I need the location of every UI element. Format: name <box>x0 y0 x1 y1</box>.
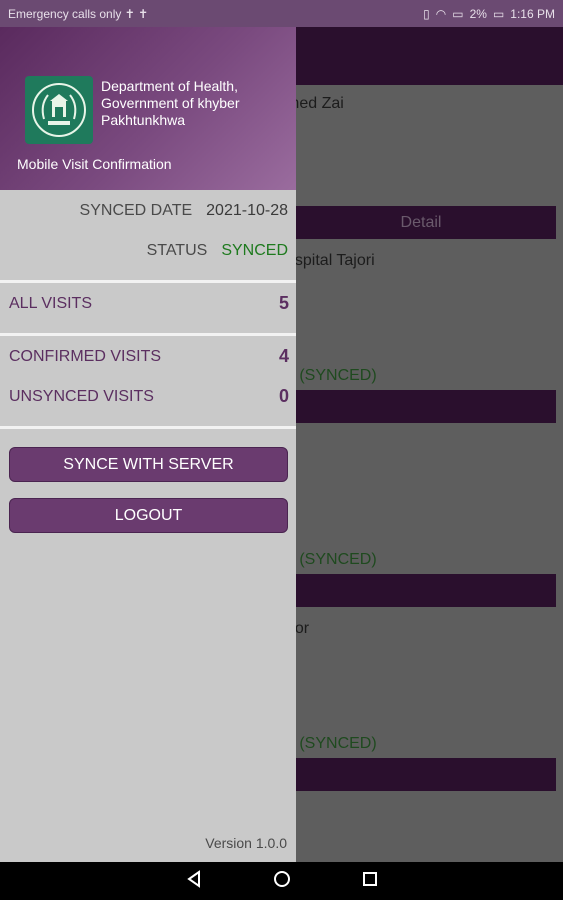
sync-with-server-button[interactable]: SYNCE WITH SERVER <box>9 447 288 482</box>
visit-status-2: d (SYNCED) <box>286 551 377 568</box>
status-label: STATUS <box>146 242 208 259</box>
logout-button[interactable]: LOGOUT <box>9 498 288 533</box>
detail-button-2[interactable]: il <box>286 390 556 423</box>
divider <box>0 426 296 429</box>
confirmed-visits-row[interactable]: CONFIRMED VISITS 4 <box>9 346 289 367</box>
status-bar-right: ▯ ◠ ▭ 2% ▭ 1:16 PM <box>423 7 555 21</box>
battery-icon: ▭ <box>492 6 505 21</box>
synced-date-row: SYNCED DATE 2021-10-28 <box>80 202 288 220</box>
back-icon[interactable] <box>185 869 203 893</box>
detail-button-1[interactable]: Detail <box>286 206 556 239</box>
unsynced-visits-count: 0 <box>278 386 289 406</box>
recents-icon[interactable] <box>361 870 379 893</box>
divider <box>0 333 296 336</box>
visit-status-3: d (SYNCED) <box>286 735 377 752</box>
organization-name: Department of Health, Government of khyb… <box>101 78 240 128</box>
all-visits-count: 5 <box>278 293 289 313</box>
status-bar: Emergency calls only ✝ ✝ ▯ ◠ ▭ 2% ▭ 1:16… <box>0 0 563 27</box>
app-subtitle: Mobile Visit Confirmation <box>17 156 172 172</box>
detail-button-4[interactable]: il <box>286 758 556 791</box>
confirmed-visits-count: 4 <box>278 346 289 366</box>
system-navigation-bar <box>0 862 563 900</box>
confirmed-visits-label: CONFIRMED VISITS <box>9 347 162 365</box>
clock: 1:16 PM <box>510 6 555 21</box>
status-bar-left-text: Emergency calls only ✝ ✝ <box>8 6 149 21</box>
visit-title-2: ospital Tajori <box>286 252 375 269</box>
home-icon[interactable] <box>273 870 291 893</box>
unsynced-visits-label: UNSYNCED VISITS <box>9 387 154 405</box>
synced-date-label: SYNCED DATE <box>79 202 193 219</box>
wifi-icon: ◠ <box>435 6 447 21</box>
sim-icon: ▭ <box>452 6 464 21</box>
navigation-drawer: Department of Health, Government of khyb… <box>0 27 296 862</box>
detail-button-3[interactable]: il <box>286 574 556 607</box>
visit-status-1: d (SYNCED) <box>286 367 377 384</box>
all-visits-label: ALL VISITS <box>9 294 92 312</box>
unsynced-visits-row[interactable]: UNSYNCED VISITS 0 <box>9 386 289 407</box>
status-row: STATUS SYNCED <box>147 242 288 260</box>
status-value: SYNCED <box>221 242 288 259</box>
divider <box>0 280 296 283</box>
synced-date-value: 2021-10-28 <box>206 202 288 219</box>
drawer-header: Department of Health, Government of khyb… <box>0 27 296 190</box>
battery-percent: 2% <box>469 6 487 21</box>
vibrate-icon: ▯ <box>423 6 430 21</box>
all-visits-row[interactable]: ALL VISITS 5 <box>9 293 289 314</box>
kp-health-logo <box>25 76 93 144</box>
app-version: Version 1.0.0 <box>205 835 287 851</box>
